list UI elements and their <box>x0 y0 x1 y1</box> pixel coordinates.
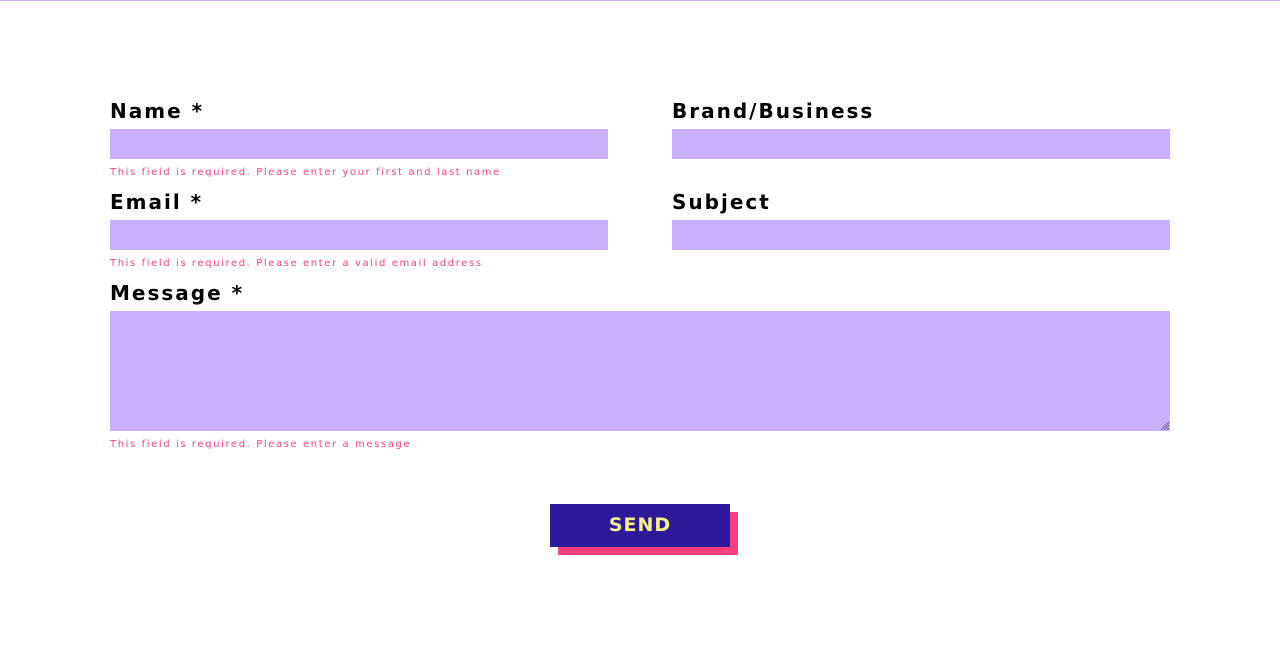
resize-grip-icon[interactable] <box>1159 420 1169 430</box>
message-error: This field is required. Please enter a m… <box>110 439 412 450</box>
email-error: This field is required. Please enter a v… <box>110 258 483 269</box>
top-divider <box>0 0 1280 1</box>
send-button[interactable]: SEND <box>550 504 730 547</box>
message-label: Message * <box>110 281 245 305</box>
subject-input[interactable] <box>672 220 1170 250</box>
message-textarea[interactable] <box>110 311 1170 431</box>
brand-label: Brand/Business <box>672 99 875 123</box>
name-error: This field is required. Please enter you… <box>110 167 501 178</box>
name-input[interactable] <box>110 129 608 159</box>
name-label: Name * <box>110 99 205 123</box>
email-label: Email * <box>110 190 204 214</box>
brand-input[interactable] <box>672 129 1170 159</box>
email-input[interactable] <box>110 220 608 250</box>
subject-label: Subject <box>672 190 771 214</box>
